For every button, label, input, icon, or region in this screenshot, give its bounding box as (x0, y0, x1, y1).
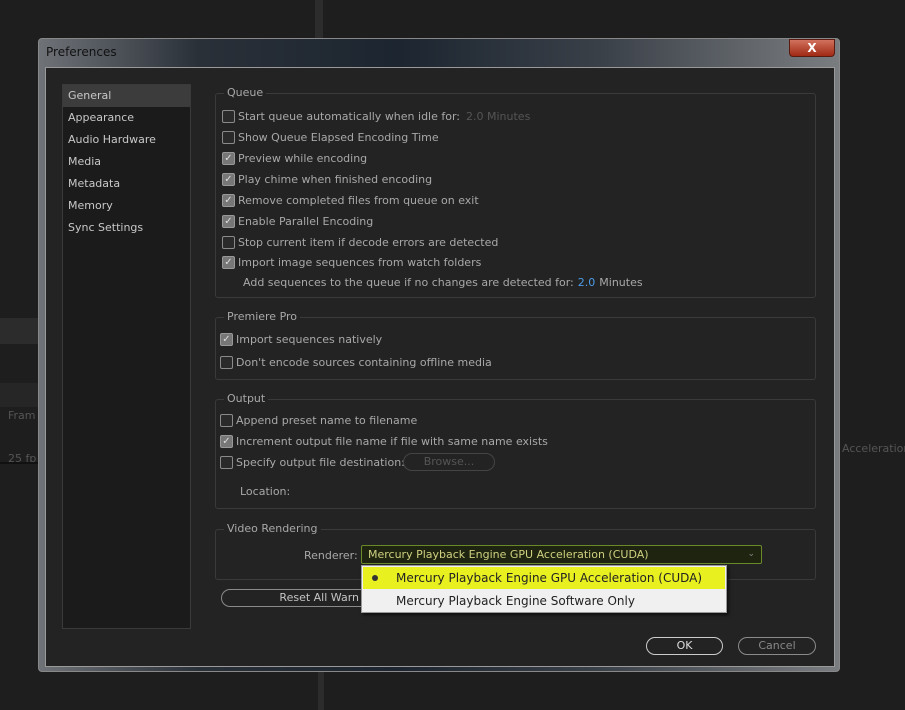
queue-title: Queue (224, 86, 267, 99)
cancel-button[interactable]: Cancel (738, 637, 816, 655)
checkbox[interactable]: ✓ (222, 255, 235, 269)
premiere-option[interactable]: Don't encode sources containing offline … (220, 354, 492, 370)
chevron-down-icon: ⌄ (747, 549, 755, 559)
ok-button[interactable]: OK (646, 637, 723, 655)
checkbox[interactable]: ✓ (222, 151, 235, 165)
dialog-title: Preferences (46, 45, 117, 59)
option-label: Import sequences natively (236, 332, 383, 346)
sidebar: General Appearance Audio Hardware Media … (62, 84, 191, 629)
premiere-option[interactable]: ✓ Import sequences natively (220, 331, 382, 347)
queue-option[interactable]: ✓ Preview while encoding (222, 150, 367, 166)
add-sequences-row: Add sequences to the queue if no changes… (243, 274, 643, 290)
output-option[interactable]: Specify output file destination: (220, 454, 405, 470)
output-option[interactable]: Append preset name to filename (220, 412, 417, 428)
queue-option[interactable]: Stop current item if decode errors are d… (222, 234, 498, 250)
renderer-dropdown-list: Mercury Playback Engine GPU Acceleration… (361, 565, 727, 613)
close-button[interactable]: X (789, 39, 835, 57)
bg-frame-label: Fram (8, 409, 36, 422)
option-label: Specify output file destination: (236, 455, 405, 469)
queue-option[interactable]: Show Queue Elapsed Encoding Time (222, 129, 439, 145)
checkbox[interactable]: ✓ (220, 434, 233, 448)
option-label: Mercury Playback Engine Software Only (396, 594, 635, 608)
option-label: Increment output file name if file with … (236, 434, 548, 448)
sidebar-item-audio-hardware[interactable]: Audio Hardware (63, 129, 190, 151)
reset-warnings-button[interactable]: Reset All Warn (221, 589, 361, 607)
add-seq-value[interactable]: 2.0 (578, 276, 596, 289)
renderer-label: Renderer: (304, 548, 358, 562)
queue-option[interactable]: ✓ Import image sequences from watch folde… (222, 254, 481, 270)
checkbox[interactable] (220, 355, 233, 369)
option-label: Don't encode sources containing offline … (236, 355, 492, 369)
checkbox[interactable]: ✓ (222, 214, 235, 228)
renderer-select[interactable]: Mercury Playback Engine GPU Acceleration… (361, 545, 762, 564)
option-label: Play chime when finished encoding (238, 172, 433, 186)
video-title: Video Rendering (224, 522, 321, 535)
option-label: Preview while encoding (238, 151, 368, 165)
output-option[interactable]: ✓ Increment output file name if file with… (220, 433, 548, 449)
option-label: Import image sequences from watch folder… (238, 255, 482, 269)
radio-dot-icon (372, 575, 378, 581)
checkbox[interactable]: ✓ (222, 172, 235, 186)
bg-accel-label: Acceleration (842, 442, 905, 455)
bg-divider (315, 0, 323, 38)
checkbox[interactable] (222, 130, 235, 144)
location-label: Location: (240, 484, 291, 498)
premiere-title: Premiere Pro (224, 310, 301, 323)
renderer-option-software[interactable]: Mercury Playback Engine Software Only (363, 590, 725, 612)
sidebar-item-metadata[interactable]: Metadata (63, 173, 190, 195)
queue-option[interactable]: Start queue automatically when idle for:… (222, 108, 530, 124)
option-label: Mercury Playback Engine GPU Acceleration… (396, 571, 703, 585)
browse-button[interactable]: Browse... (403, 453, 495, 471)
idle-time-value: 2.0 Minutes (466, 109, 531, 123)
option-label: Append preset name to filename (236, 413, 418, 427)
option-label: Enable Parallel Encoding (238, 214, 374, 228)
add-seq-unit: Minutes (599, 275, 643, 289)
sidebar-item-sync-settings[interactable]: Sync Settings (63, 217, 190, 239)
queue-option[interactable]: ✓ Remove completed files from queue on ex… (222, 192, 479, 208)
queue-group: Queue Start queue automatically when idl… (215, 86, 816, 298)
renderer-option-cuda[interactable]: Mercury Playback Engine GPU Acceleration… (363, 567, 725, 589)
option-label: Show Queue Elapsed Encoding Time (238, 130, 439, 144)
option-label: Start queue automatically when idle for: (238, 109, 461, 123)
option-label: Remove completed files from queue on exi… (238, 193, 479, 207)
sidebar-item-general[interactable]: General (63, 85, 190, 107)
sidebar-item-media[interactable]: Media (63, 151, 190, 173)
premiere-group: Premiere Pro ✓ Import sequences natively … (215, 310, 816, 380)
option-label: Stop current item if decode errors are d… (238, 235, 499, 249)
output-title: Output (224, 392, 269, 405)
renderer-value: Mercury Playback Engine GPU Acceleration… (368, 548, 649, 561)
checkbox[interactable] (222, 109, 235, 123)
checkbox[interactable] (220, 413, 233, 427)
bg-divider (318, 672, 324, 710)
queue-option[interactable]: ✓ Play chime when finished encoding (222, 171, 432, 187)
checkbox[interactable] (220, 455, 233, 469)
add-seq-label: Add sequences to the queue if no changes… (243, 275, 574, 289)
checkbox[interactable] (222, 235, 235, 249)
bg-divider (0, 462, 38, 464)
sidebar-item-memory[interactable]: Memory (63, 195, 190, 217)
output-group: Output Append preset name to filename ✓ I… (215, 392, 816, 509)
checkbox[interactable]: ✓ (220, 332, 233, 346)
bg-panel (0, 383, 38, 407)
bg-panel (0, 318, 38, 344)
sidebar-item-appearance[interactable]: Appearance (63, 107, 190, 129)
queue-option[interactable]: ✓ Enable Parallel Encoding (222, 213, 373, 229)
checkbox[interactable]: ✓ (222, 193, 235, 207)
